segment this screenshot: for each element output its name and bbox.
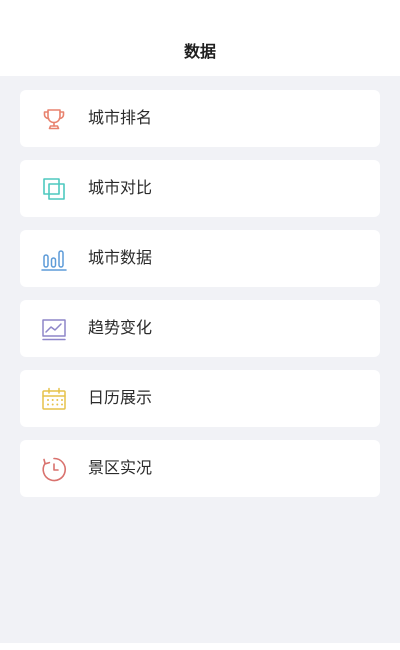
menu-item-city-ranking[interactable]: 城市排名	[20, 90, 380, 147]
page-title: 数据	[183, 42, 216, 61]
data-menu: 城市排名 城市对比 城市数据 趋势变化 日历展示 景区实况	[20, 90, 380, 510]
menu-item-city-data[interactable]: 城市数据	[20, 230, 380, 287]
menu-item-label: 城市排名	[88, 108, 153, 127]
menu-item-city-compare[interactable]: 城市对比	[20, 160, 380, 217]
top-header: 数据	[0, 0, 400, 76]
menu-item-label: 趋势变化	[88, 318, 153, 337]
menu-item-scenic-live[interactable]: 景区实况	[20, 440, 380, 497]
calendar-icon	[40, 385, 68, 413]
timer-icon	[40, 455, 68, 483]
trend-icon	[40, 315, 68, 343]
menu-item-label: 景区实况	[88, 458, 153, 477]
compare-icon	[40, 175, 68, 203]
menu-item-label: 城市对比	[88, 178, 153, 197]
menu-item-label: 日历展示	[88, 388, 153, 407]
menu-item-trend-change[interactable]: 趋势变化	[20, 300, 380, 357]
bottom-bar	[0, 643, 400, 650]
bar-chart-icon	[40, 245, 68, 273]
trophy-icon	[40, 105, 68, 133]
menu-item-calendar-view[interactable]: 日历展示	[20, 370, 380, 427]
menu-item-label: 城市数据	[88, 248, 153, 267]
